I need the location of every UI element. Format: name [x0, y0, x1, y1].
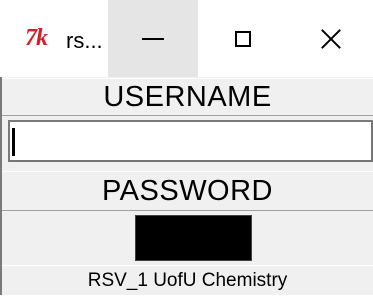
- window-title: rs...: [66, 28, 103, 53]
- maximize-icon: [235, 30, 251, 47]
- password-input[interactable]: [135, 215, 252, 261]
- tk-icon: 7k: [25, 25, 48, 51]
- username-input[interactable]: [8, 120, 373, 162]
- password-label: PASSWORD: [2, 171, 373, 211]
- text-cursor: [12, 128, 15, 156]
- maximize-button[interactable]: [198, 0, 288, 77]
- minimize-button[interactable]: [108, 0, 198, 77]
- title-bar: 7k rs...: [0, 0, 373, 77]
- username-label: USERNAME: [2, 78, 373, 116]
- footer-label: RSV_1 UofU Chemistry: [2, 265, 373, 296]
- minimize-icon: [142, 37, 164, 40]
- close-button[interactable]: [288, 0, 373, 77]
- close-icon: [320, 28, 342, 50]
